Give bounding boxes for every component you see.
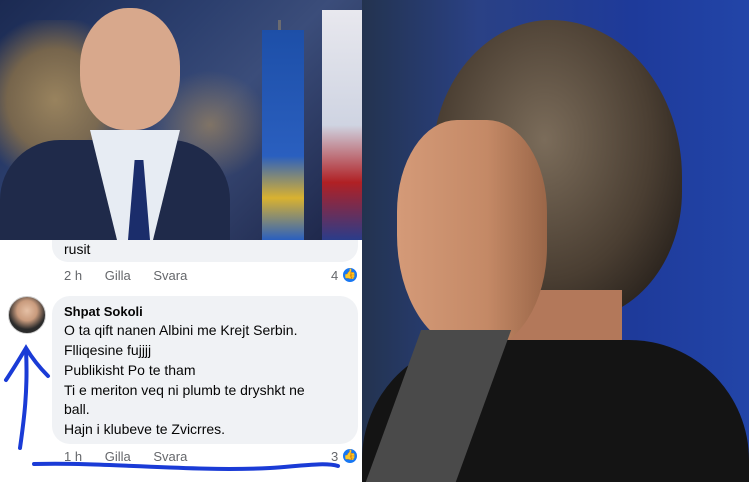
hand-drawn-underline-icon (32, 461, 340, 471)
previous-comment-bubble (52, 240, 358, 262)
comment-line: ball. (64, 401, 90, 417)
face-profile (397, 120, 547, 350)
photo-politician (0, 0, 362, 240)
comment-line: Hajn i klubeve te Zvicrres. (64, 421, 226, 437)
comment-line: Publikisht Po te tham (64, 362, 196, 378)
thumbs-up-icon: 👍 (342, 267, 358, 283)
photo-man-profile (362, 0, 749, 482)
comment-author[interactable]: Shpat Sokoli (64, 304, 143, 319)
comment-line: Ti e meriton veq ni plumb te dryshkt ne (64, 382, 305, 398)
comment-line: O ta qift nanen Albini me Krejt Serbin. (64, 322, 298, 338)
flag-secondary (322, 10, 362, 240)
head (80, 8, 180, 130)
reaction-count[interactable]: 4 (331, 268, 338, 283)
previous-comment-actions: 2 h Gilla Svara (64, 268, 206, 283)
previous-comment-text: rusit (64, 241, 91, 257)
like-link[interactable]: Gilla (105, 268, 131, 283)
timestamp: 2 h (64, 268, 83, 283)
comment-thread: rusit 2 h Gilla Svara 4 👍 Shpat Sokoli O… (0, 240, 362, 482)
avatar[interactable] (8, 296, 46, 334)
hand-drawn-arrow-icon (4, 344, 50, 450)
comment-line: Flliqesine fujjjj (64, 342, 152, 358)
thumbs-up-icon: 👍 (342, 448, 358, 464)
reply-link[interactable]: Svara (153, 268, 187, 283)
flag-kosovo (262, 30, 304, 240)
